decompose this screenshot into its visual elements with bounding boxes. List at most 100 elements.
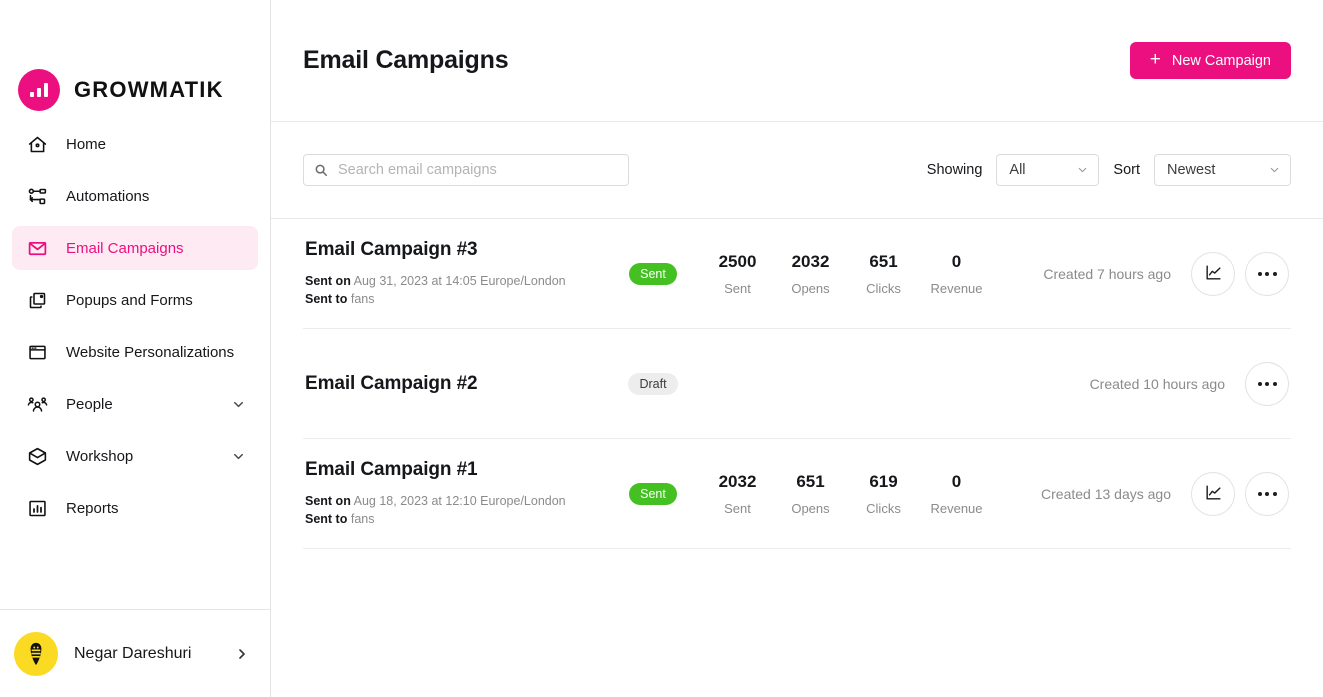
campaign-stats: 2500 Sent 2032 Opens 651 Clicks 0 Revenu… (701, 252, 993, 296)
new-campaign-button[interactable]: + New Campaign (1129, 42, 1291, 79)
sent-to-label: Sent to (305, 512, 348, 526)
stat-clicks: 619 Clicks (847, 472, 920, 516)
stat-caption: Sent (724, 280, 751, 296)
stat-value: 2032 (791, 251, 830, 271)
more-options-icon (1257, 491, 1277, 496)
sidebar-item-label: Home (66, 135, 107, 153)
automations-icon (26, 185, 48, 207)
home-icon (26, 133, 48, 155)
campaign-row[interactable]: Email Campaign #2 Draft Created 10 hours… (303, 329, 1291, 439)
main-content: Email Campaigns + New Campaign Showing A… (271, 0, 1323, 697)
search-input[interactable] (303, 154, 629, 186)
stat-caption: Clicks (866, 280, 901, 296)
sent-to-label: Sent to (305, 292, 348, 306)
list-toolbar: Showing All Sort Newest (271, 122, 1323, 219)
campaign-row[interactable]: Email Campaign #1 Sent on Aug 18, 2023 a… (303, 439, 1291, 549)
stat-caption: Revenue (930, 280, 983, 296)
chevron-down-icon[interactable] (231, 449, 246, 464)
stat-value: 651 (796, 471, 825, 491)
browser-window-icon (26, 341, 48, 363)
more-options-icon (1257, 381, 1277, 386)
sidebar-item-website-personalizations[interactable]: Website Personalizations (12, 330, 258, 374)
people-icon (26, 393, 48, 415)
sidebar-item-home[interactable]: Home (12, 122, 258, 166)
sent-on-value: Aug 18, 2023 at 12:10 Europe/London (353, 494, 566, 508)
sort-select[interactable]: Newest (1154, 154, 1291, 186)
brand-name: GROWMATIK (74, 77, 224, 102)
campaign-menu-button[interactable] (1245, 471, 1289, 516)
status-badge: Sent (629, 262, 677, 285)
stat-revenue: 0 Revenue (920, 472, 993, 516)
status-badge: Sent (629, 482, 677, 505)
campaign-name[interactable]: Email Campaign #2 (305, 373, 605, 395)
user-profile-row[interactable]: Negar Dareshuri (0, 609, 270, 697)
sort-value: Newest (1167, 162, 1216, 178)
status-badge: Draft (628, 372, 678, 395)
chevron-down-icon[interactable] (231, 397, 246, 412)
plus-icon: + (1149, 49, 1161, 70)
campaign-row[interactable]: Email Campaign #3 Sent on Aug 31, 2023 a… (303, 219, 1291, 329)
row-actions (1245, 361, 1289, 406)
row-actions (1191, 471, 1289, 516)
sidebar-item-popups-and-forms[interactable]: Popups and Forms (12, 278, 258, 322)
campaign-menu-button[interactable] (1245, 361, 1289, 406)
stat-caption: Opens (791, 280, 830, 296)
line-chart-icon (1204, 483, 1223, 505)
sent-on-label: Sent on (305, 274, 351, 288)
page-header: Email Campaigns + New Campaign (271, 0, 1323, 122)
sidebar-item-label: Automations (66, 187, 150, 205)
sidebar-item-label: Website Personalizations (66, 343, 235, 361)
campaign-report-button[interactable] (1191, 471, 1235, 516)
created-time: Created 10 hours ago (1089, 375, 1225, 392)
sidebar-item-email-campaigns[interactable]: Email Campaigns (12, 226, 258, 270)
sent-on-value: Aug 31, 2023 at 14:05 Europe/London (353, 274, 566, 288)
brand-logo[interactable]: GROWMATIK (0, 0, 270, 122)
stat-opens: 651 Opens (774, 472, 847, 516)
envelope-icon (26, 237, 48, 259)
app-root: GROWMATIK Home Automations Email Campaig… (0, 0, 1323, 697)
more-options-icon (1257, 271, 1277, 276)
box-icon (26, 445, 48, 467)
status-cell: Draft (605, 372, 701, 395)
stat-value: 2500 (718, 251, 757, 271)
campaign-info: Email Campaign #3 Sent on Aug 31, 2023 a… (305, 239, 605, 308)
sidebar-item-workshop[interactable]: Workshop (12, 434, 258, 478)
stat-opens: 2032 Opens (774, 252, 847, 296)
sidebar-item-automations[interactable]: Automations (12, 174, 258, 218)
showing-value: All (1009, 162, 1026, 178)
status-cell: Sent (605, 482, 701, 505)
campaign-list: Email Campaign #3 Sent on Aug 31, 2023 a… (271, 219, 1323, 697)
showing-select[interactable]: All (996, 154, 1100, 186)
sidebar-item-reports[interactable]: Reports (12, 486, 258, 530)
page-title: Email Campaigns (303, 46, 509, 74)
stat-value: 0 (951, 251, 962, 271)
sidebar-item-label: People (66, 395, 113, 413)
campaign-meta: Sent on Aug 31, 2023 at 14:05 Europe/Lon… (305, 272, 605, 308)
bar-chart-logo-icon (18, 69, 60, 111)
sent-to-value: fans (350, 292, 375, 306)
row-actions (1191, 251, 1289, 296)
campaign-name[interactable]: Email Campaign #1 (305, 459, 605, 481)
reports-bar-chart-icon (26, 497, 48, 519)
stat-value: 619 (869, 471, 898, 491)
stat-value: 0 (951, 471, 962, 491)
chevron-right-icon[interactable] (234, 646, 250, 662)
campaign-menu-button[interactable] (1245, 251, 1289, 296)
user-name: Negar Dareshuri (74, 644, 192, 662)
stat-sent: 2032 Sent (701, 472, 774, 516)
stat-caption: Opens (791, 500, 830, 516)
chevron-down-icon (1076, 164, 1089, 177)
sidebar-item-people[interactable]: People (12, 382, 258, 426)
campaign-name[interactable]: Email Campaign #3 (305, 239, 605, 261)
sort-label: Sort (1113, 162, 1140, 178)
status-cell: Sent (605, 262, 701, 285)
popups-icon (26, 289, 48, 311)
stat-value: 2032 (718, 471, 757, 491)
created-time: Created 13 days ago (1041, 485, 1171, 502)
campaign-report-button[interactable] (1191, 251, 1235, 296)
campaign-info: Email Campaign #2 (305, 373, 605, 395)
new-campaign-label: New Campaign (1171, 52, 1271, 69)
stat-revenue: 0 Revenue (920, 252, 993, 296)
sidebar-item-label: Reports (66, 499, 119, 517)
